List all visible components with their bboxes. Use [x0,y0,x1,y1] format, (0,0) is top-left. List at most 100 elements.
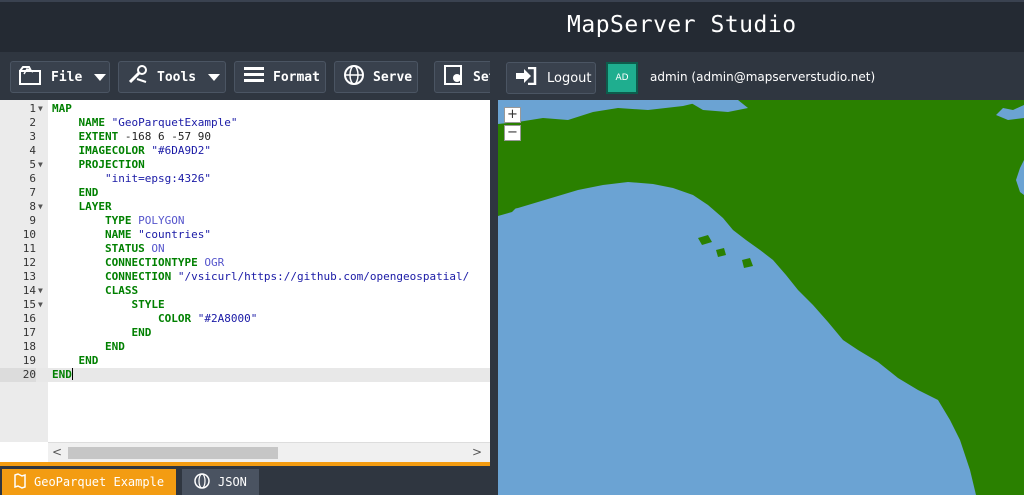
logout-button[interactable]: Logout [506,62,596,94]
file-menu-button[interactable]: File [10,61,110,93]
code-line[interactable]: 10 NAME "countries" [0,228,490,242]
editor-toolbar: File Tools Format Serve Settings [0,52,490,100]
line-number: 7 [29,186,36,199]
fold-arrow-icon[interactable]: ▼ [38,298,43,312]
format-button[interactable]: Format [234,61,326,93]
code-text: EXTENT -168 6 -57 90 [78,130,211,143]
code-text: COLOR "#2A8000" [157,312,258,325]
code-line[interactable]: 15 ▼ STYLE [0,298,490,312]
scrollbar-thumb[interactable] [68,447,278,459]
code-line[interactable]: 17 END [0,326,490,340]
format-lines-icon [243,65,265,89]
settings-button[interactable]: Settings [434,61,490,93]
folder-icon [19,65,43,89]
tab-label: JSON [218,475,247,489]
line-number: 1 [29,102,36,115]
settings-icon [443,64,465,90]
code-text: "init=epsg:4326" [104,172,211,185]
map-canvas[interactable] [498,100,1024,495]
code-text: STATUS ON [104,242,165,255]
code-line[interactable]: 19 END [0,354,490,368]
tools-menu-button[interactable]: Tools [118,61,226,93]
user-toolbar: Logout AD admin (admin@mapserverstudio.n… [498,52,1024,100]
zoom-in-button[interactable]: + [504,107,521,123]
code-text: CLASS [104,284,139,297]
line-number: 13 [22,270,36,283]
app-header: MapServer Studio [0,0,1024,52]
fold-arrow-icon[interactable]: ▼ [38,200,43,214]
app-title: MapServer Studio [567,12,797,38]
code-text: CONNECTION "/vsicurl/https://github.com/… [104,270,470,283]
tab-label: GeoParquet Example [34,475,165,489]
code-line[interactable]: 20 END [0,368,490,382]
line-number: 10 [22,228,36,241]
serve-button[interactable]: Serve [334,61,418,93]
logout-icon [515,66,537,89]
code-text: NAME "countries" [104,228,211,241]
line-number: 19 [22,354,36,367]
scroll-left-icon[interactable]: < [52,445,62,459]
code-text: END [52,368,73,381]
file-menu-label: File [51,69,83,85]
chevron-down-icon [94,73,107,81]
code-line[interactable]: 13 CONNECTION "/vsicurl/https://github.c… [0,270,490,284]
user-display-name: admin (admin@mapserverstudio.net) [650,70,876,84]
code-line[interactable]: 7 END [0,186,490,200]
line-number: 8 [29,200,36,213]
zoom-out-button[interactable]: − [504,125,521,141]
line-number: 15 [22,298,36,311]
fold-arrow-icon[interactable]: ▼ [38,284,43,298]
code-text: MAP [52,102,72,115]
island-2 [698,235,712,245]
code-text: TYPE POLYGON [104,214,185,227]
code-line[interactable]: 14 ▼ CLASS [0,284,490,298]
settings-label: Settings [473,69,490,85]
code-text: END [104,340,125,353]
code-text: IMAGECOLOR "#6DA9D2" [78,144,211,157]
code-text: LAYER [78,200,112,213]
code-text: END [78,186,99,199]
globe-icon [194,472,210,492]
code-line[interactable]: 9 TYPE POLYGON [0,214,490,228]
island-3 [716,248,726,257]
code-text: STYLE [131,298,165,311]
text-cursor [71,368,73,380]
code-editor[interactable]: 1 ▼ MAP 2 NAME "GeoParquetExample" 3 EXTENT … [0,100,490,462]
code-text: PROJECTION [78,158,145,171]
code-line[interactable]: 6 "init=epsg:4326" [0,172,490,186]
code-line[interactable]: 11 STATUS ON [0,242,490,256]
pane-splitter[interactable] [490,52,498,495]
code-line[interactable]: 8 ▼ LAYER [0,200,490,214]
line-number: 3 [29,130,36,143]
fold-arrow-icon[interactable]: ▼ [38,158,43,172]
line-number: 20 [0,368,36,382]
code-line[interactable]: 18 END [0,340,490,354]
line-number: 6 [29,172,36,185]
chevron-down-icon [208,73,221,81]
line-number: 16 [22,312,36,325]
code-text: NAME "GeoParquetExample" [78,116,238,129]
code-line[interactable]: 1 ▼ MAP [0,102,490,116]
code-line[interactable]: 16 COLOR "#2A8000" [0,312,490,326]
avatar[interactable]: AD [606,62,638,94]
code-line[interactable]: 12 CONNECTIONTYPE OGR [0,256,490,270]
code-text: END [131,326,152,339]
horizontal-scrollbar[interactable]: < > [48,442,490,462]
line-number: 11 [22,242,36,255]
map-view[interactable]: + − [498,100,1024,495]
code-line[interactable]: 2 NAME "GeoParquetExample" [0,116,490,130]
tools-menu-label: Tools [157,69,197,85]
tab-geoparquet-example[interactable]: GeoParquet Example [2,469,177,495]
scroll-right-icon[interactable]: > [472,445,482,459]
code-line[interactable]: 3 EXTENT -168 6 -57 90 [0,130,490,144]
code-line[interactable]: 5 ▼ PROJECTION [0,158,490,172]
tab-json[interactable]: JSON [182,469,259,495]
fold-arrow-icon[interactable]: ▼ [38,102,43,116]
line-number: 12 [22,256,36,269]
line-number: 18 [22,340,36,353]
line-number: 2 [29,116,36,129]
land-north-america [498,100,1024,495]
logout-label: Logout [547,70,592,86]
globe-icon [343,64,365,90]
code-line[interactable]: 4 IMAGECOLOR "#6DA9D2" [0,144,490,158]
